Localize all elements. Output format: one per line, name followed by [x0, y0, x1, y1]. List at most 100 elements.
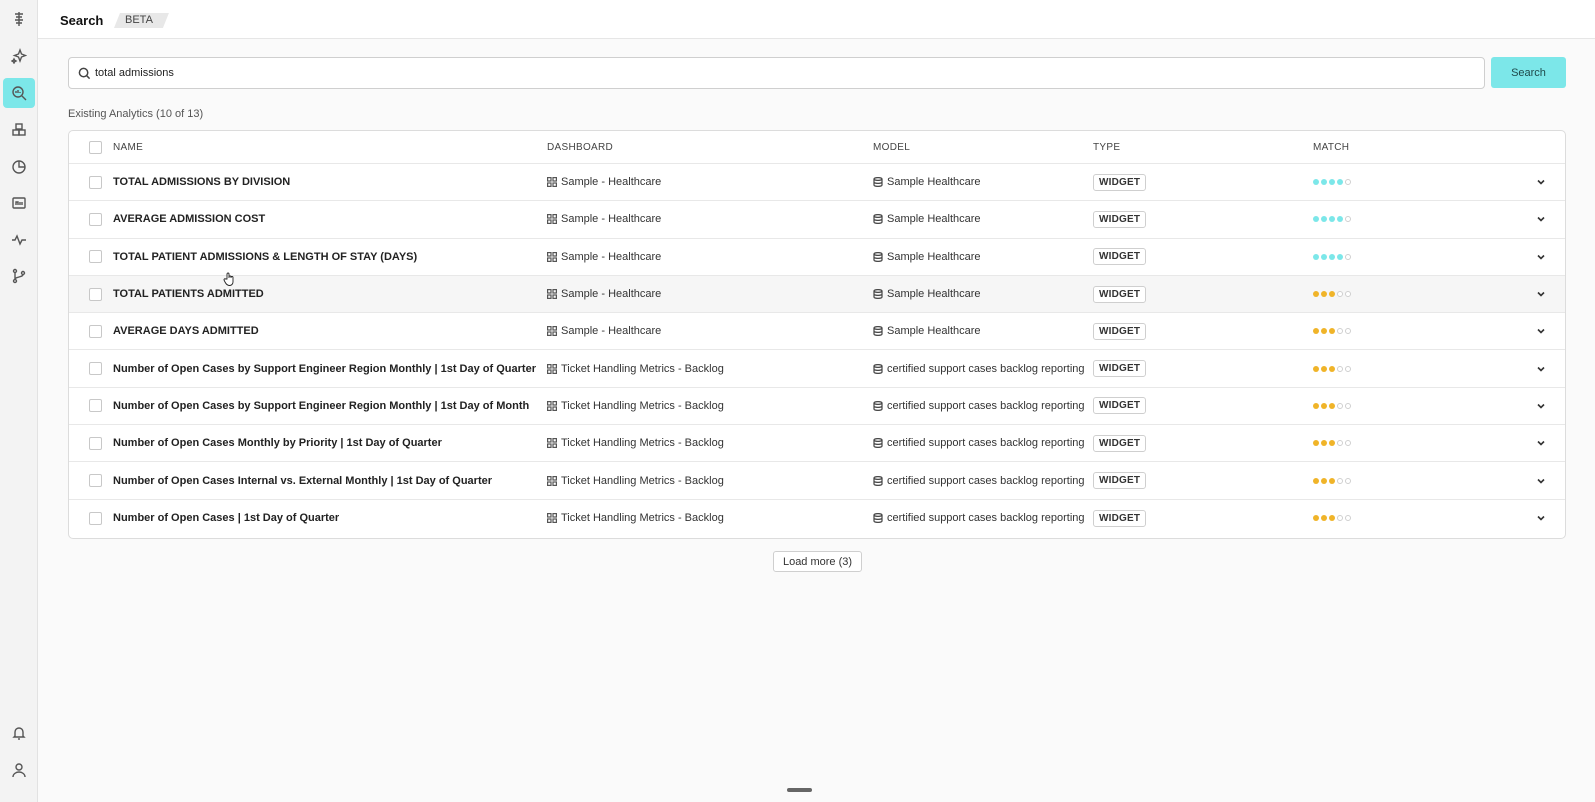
row-checkbox[interactable]	[89, 399, 102, 413]
chevron-down-icon[interactable]	[1535, 251, 1547, 263]
row-name[interactable]: Number of Open Cases Internal vs. Extern…	[113, 462, 492, 498]
row-name[interactable]: Number of Open Cases Monthly by Priority…	[113, 425, 442, 461]
table-header: NAME DASHBOARD MODEL TYPE MATCH	[69, 131, 1565, 164]
row-dashboard[interactable]: Sample - Healthcare	[547, 201, 661, 237]
table-row[interactable]: Number of Open Cases | 1st Day of Quarte…	[69, 500, 1565, 537]
api-icon[interactable]	[3, 188, 35, 218]
model-label: Sample Healthcare	[887, 250, 981, 263]
table-row[interactable]: AVERAGE DAYS ADMITTED Sample - Healthcare…	[69, 313, 1565, 351]
table-row[interactable]: Number of Open Cases by Support Engineer…	[69, 350, 1565, 388]
column-header-type[interactable]: TYPE	[1093, 131, 1120, 163]
match-indicator	[1313, 179, 1351, 186]
chevron-down-icon[interactable]	[1535, 475, 1547, 487]
table-row[interactable]: Number of Open Cases Monthly by Priority…	[69, 425, 1565, 463]
row-dashboard[interactable]: Ticket Handling Metrics - Backlog	[547, 425, 724, 461]
match-dot-filled	[1329, 253, 1335, 260]
match-dot-empty	[1345, 216, 1351, 223]
select-all-checkbox[interactable]	[89, 140, 102, 154]
chevron-down-icon[interactable]	[1535, 363, 1547, 375]
search-button[interactable]: Search	[1491, 57, 1566, 88]
row-dashboard[interactable]: Sample - Healthcare	[547, 313, 661, 349]
dashboard-label: Sample - Healthcare	[561, 213, 662, 226]
match-dot-filled	[1329, 179, 1335, 186]
app-window: Search BETA Search Existing Analytics (1…	[0, 0, 1595, 802]
row-checkbox[interactable]	[89, 250, 102, 264]
match-dot-filled	[1329, 515, 1335, 522]
table-row[interactable]: Number of Open Cases Internal vs. Extern…	[69, 462, 1565, 500]
pulse-icon[interactable]	[3, 225, 35, 255]
column-header-name[interactable]: NAME	[113, 131, 143, 163]
row-model: Sample Healthcare	[873, 164, 981, 200]
row-checkbox[interactable]	[89, 324, 102, 338]
table-row[interactable]: Number of Open Cases by Support Engineer…	[69, 388, 1565, 426]
branch-icon[interactable]	[3, 261, 35, 291]
match-dot-filled	[1321, 477, 1327, 484]
database-icon	[873, 214, 887, 225]
match-dot-filled	[1337, 253, 1343, 260]
model-label: certified support cases backlog reportin…	[887, 437, 1085, 450]
row-model: Sample Healthcare	[873, 276, 981, 312]
search-box[interactable]	[68, 57, 1485, 89]
row-dashboard[interactable]: Ticket Handling Metrics - Backlog	[547, 500, 724, 537]
column-header-dashboard[interactable]: DASHBOARD	[547, 131, 613, 163]
match-dot-filled	[1337, 179, 1343, 186]
table-row[interactable]: TOTAL ADMISSIONS BY DIVISION Sample - Hea…	[69, 164, 1565, 202]
row-checkbox[interactable]	[89, 474, 102, 488]
sparkle-icon[interactable]	[3, 41, 35, 71]
row-name[interactable]: TOTAL PATIENTS ADMITTED	[113, 276, 264, 312]
match-dot-empty	[1337, 477, 1343, 484]
row-checkbox[interactable]	[89, 436, 102, 450]
chevron-down-icon[interactable]	[1535, 288, 1547, 300]
resize-handle[interactable]	[787, 788, 812, 792]
search-input[interactable]	[95, 67, 1484, 79]
row-name[interactable]: Number of Open Cases by Support Engineer…	[113, 388, 529, 424]
chevron-down-icon[interactable]	[1535, 325, 1547, 337]
type-badge: WIDGET	[1093, 173, 1147, 191]
row-dashboard[interactable]: Sample - Healthcare	[547, 276, 661, 312]
chevron-down-icon[interactable]	[1535, 400, 1547, 412]
row-checkbox[interactable]	[89, 362, 102, 376]
cubes-icon[interactable]	[3, 115, 35, 145]
model-label: Sample Healthcare	[887, 176, 981, 189]
layers-icon[interactable]	[3, 4, 35, 34]
table-row[interactable]: TOTAL PATIENTS ADMITTED Sample - Healthca…	[69, 275, 1565, 314]
row-checkbox[interactable]	[89, 511, 102, 525]
row-name[interactable]: TOTAL ADMISSIONS BY DIVISION	[113, 164, 290, 200]
chevron-down-icon[interactable]	[1535, 512, 1547, 524]
chevron-down-icon[interactable]	[1535, 176, 1547, 188]
chevron-down-icon[interactable]	[1535, 437, 1547, 449]
chevron-down-icon[interactable]	[1535, 213, 1547, 225]
row-model: certified support cases backlog reportin…	[873, 350, 1085, 386]
match-dot-empty	[1345, 365, 1351, 372]
dashboard-icon	[547, 326, 561, 337]
match-dot-filled	[1329, 477, 1335, 484]
search-analytics-icon[interactable]	[3, 78, 35, 108]
dashboard-icon	[547, 177, 561, 188]
table-row[interactable]: TOTAL PATIENT ADMISSIONS & LENGTH OF STA…	[69, 239, 1565, 276]
load-more-button[interactable]: Load more (3)	[773, 551, 862, 572]
row-dashboard[interactable]: Sample - Healthcare	[547, 164, 661, 200]
dashboard-label: Ticket Handling Metrics - Backlog	[561, 474, 724, 487]
top-bar: Search BETA	[38, 0, 1595, 39]
bell-icon[interactable]	[3, 718, 35, 748]
row-dashboard[interactable]: Ticket Handling Metrics - Backlog	[547, 350, 724, 386]
row-name[interactable]: Number of Open Cases | 1st Day of Quarte…	[113, 500, 339, 537]
row-dashboard[interactable]: Ticket Handling Metrics - Backlog	[547, 388, 724, 424]
row-checkbox[interactable]	[89, 212, 102, 226]
row-dashboard[interactable]: Ticket Handling Metrics - Backlog	[547, 462, 724, 498]
row-dashboard[interactable]: Sample - Healthcare	[547, 239, 661, 275]
user-icon[interactable]	[3, 755, 35, 785]
match-dot-filled	[1313, 253, 1319, 260]
row-name[interactable]: AVERAGE DAYS ADMITTED	[113, 313, 259, 349]
column-header-model[interactable]: MODEL	[873, 131, 910, 163]
row-name[interactable]: Number of Open Cases by Support Engineer…	[113, 350, 536, 386]
match-dot-filled	[1329, 216, 1335, 223]
pie-chart-icon[interactable]	[3, 152, 35, 182]
row-checkbox[interactable]	[89, 175, 102, 189]
table-row[interactable]: AVERAGE ADMISSION COST Sample - Healthcar…	[69, 201, 1565, 239]
row-name[interactable]: TOTAL PATIENT ADMISSIONS & LENGTH OF STA…	[113, 239, 417, 275]
row-checkbox[interactable]	[89, 287, 102, 301]
column-header-match[interactable]: MATCH	[1313, 131, 1349, 163]
row-name[interactable]: AVERAGE ADMISSION COST	[113, 201, 265, 237]
match-dot-filled	[1329, 440, 1335, 447]
